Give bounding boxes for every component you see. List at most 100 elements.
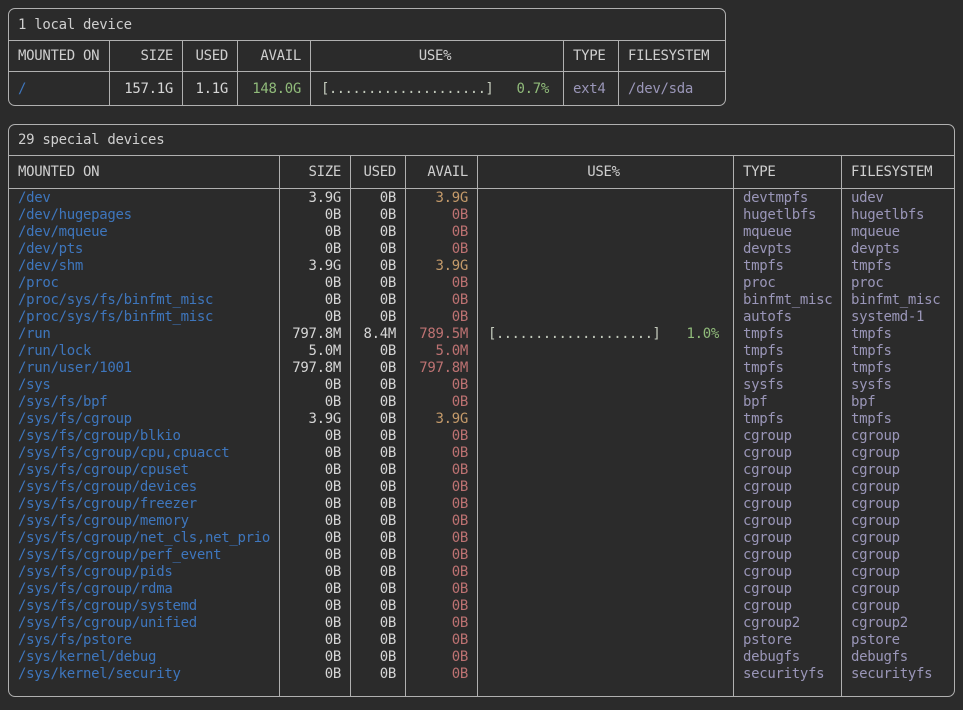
mount-point: /sys/fs/cgroup/pids bbox=[9, 563, 279, 580]
size-value: 0B bbox=[279, 580, 350, 597]
fs-type: cgroup bbox=[733, 512, 841, 529]
table-row: /sys/fs/cgroup/systemd 0B 0B 0B cgroup c… bbox=[9, 597, 954, 614]
usage-cell bbox=[477, 376, 733, 393]
fs-type: cgroup bbox=[733, 495, 841, 512]
fs-type: autofs bbox=[733, 308, 841, 325]
terminal-screen: 1 local device MOUNTED ON SIZE USED AVAI… bbox=[8, 8, 955, 697]
table-row: /run/user/1001 797.8M 0B 797.8M tmpfs tm… bbox=[9, 359, 954, 376]
col-header-type: TYPE bbox=[563, 41, 618, 71]
size-value: 0B bbox=[279, 461, 350, 478]
filesystem-device: cgroup bbox=[841, 597, 954, 614]
filesystem-device: cgroup bbox=[841, 580, 954, 597]
size-value: 0B bbox=[279, 563, 350, 580]
table-row: /run 797.8M 8.4M 789.5M [...............… bbox=[9, 325, 954, 342]
filesystem-device: cgroup2 bbox=[841, 614, 954, 631]
special-devices-body: /dev 3.9G 0B 3.9G devtmpfs udev /dev/hug… bbox=[9, 189, 954, 696]
usage-cell bbox=[477, 495, 733, 512]
table-row: /run/lock 5.0M 0B 5.0M tmpfs tmpfs bbox=[9, 342, 954, 359]
size-value: 797.8M bbox=[279, 325, 350, 342]
avail-value: 789.5M bbox=[405, 325, 477, 342]
filesystem-device: udev bbox=[841, 189, 954, 206]
used-value: 0B bbox=[350, 189, 405, 206]
avail-value: 0B bbox=[405, 546, 477, 563]
size-value: 0B bbox=[279, 274, 350, 291]
avail-value: 0B bbox=[405, 291, 477, 308]
used-value: 0B bbox=[350, 495, 405, 512]
table-row: /dev/pts 0B 0B 0B devpts devpts bbox=[9, 240, 954, 257]
filesystem-device: tmpfs bbox=[841, 325, 954, 342]
filesystem-device: /dev/sda bbox=[618, 72, 725, 105]
usage-cell bbox=[477, 478, 733, 495]
avail-value: 0B bbox=[405, 563, 477, 580]
avail-value: 3.9G bbox=[405, 257, 477, 274]
mount-point: /sys/fs/cgroup/perf_event bbox=[9, 546, 279, 563]
usage-cell bbox=[477, 359, 733, 376]
col-header-use-percent: USE% bbox=[477, 156, 733, 188]
size-value: 0B bbox=[279, 512, 350, 529]
mount-point: /proc/sys/fs/binfmt_misc bbox=[9, 308, 279, 325]
filesystem-device: pstore bbox=[841, 631, 954, 648]
usage-cell bbox=[477, 597, 733, 614]
table-row: /sys/fs/cgroup/devices 0B 0B 0B cgroup c… bbox=[9, 478, 954, 495]
usage-cell bbox=[477, 410, 733, 427]
usage-cell bbox=[477, 546, 733, 563]
table-row: /sys/fs/cgroup/cpu,cpuacct 0B 0B 0B cgro… bbox=[9, 444, 954, 461]
mount-point: /dev/shm bbox=[9, 257, 279, 274]
table-row: /sys/fs/cgroup/memory 0B 0B 0B cgroup cg… bbox=[9, 512, 954, 529]
filesystem-device: cgroup bbox=[841, 563, 954, 580]
usage-cell bbox=[477, 580, 733, 597]
fs-type: pstore bbox=[733, 631, 841, 648]
usage-cell bbox=[477, 189, 733, 206]
used-value: 0B bbox=[350, 648, 405, 665]
fs-type: tmpfs bbox=[733, 257, 841, 274]
table-row: /sys/fs/cgroup/net_cls,net_prio 0B 0B 0B… bbox=[9, 529, 954, 546]
avail-value: 0B bbox=[405, 376, 477, 393]
size-value: 0B bbox=[279, 393, 350, 410]
filesystem-device: cgroup bbox=[841, 512, 954, 529]
mount-point: /dev/hugepages bbox=[9, 206, 279, 223]
table-row: /proc 0B 0B 0B proc proc bbox=[9, 274, 954, 291]
filesystem-device: cgroup bbox=[841, 495, 954, 512]
used-value: 0B bbox=[350, 563, 405, 580]
avail-value: 0B bbox=[405, 495, 477, 512]
used-value: 0B bbox=[350, 274, 405, 291]
avail-value: 0B bbox=[405, 393, 477, 410]
used-value: 0B bbox=[350, 478, 405, 495]
used-value: 0B bbox=[350, 597, 405, 614]
table-row: /sys/kernel/debug 0B 0B 0B debugfs debug… bbox=[9, 648, 954, 665]
size-value: 0B bbox=[279, 478, 350, 495]
size-value: 0B bbox=[279, 614, 350, 631]
size-value: 3.9G bbox=[279, 257, 350, 274]
filesystem-device: hugetlbfs bbox=[841, 206, 954, 223]
avail-value: 0B bbox=[405, 529, 477, 546]
table-row: /sys/fs/cgroup/freezer 0B 0B 0B cgroup c… bbox=[9, 495, 954, 512]
local-devices-header-row: MOUNTED ON SIZE USED AVAIL USE% TYPE FIL… bbox=[9, 41, 725, 72]
special-devices-header-row: MOUNTED ON SIZE USED AVAIL USE% TYPE FIL… bbox=[9, 156, 954, 189]
fs-type: binfmt_misc bbox=[733, 291, 841, 308]
fs-type: bpf bbox=[733, 393, 841, 410]
usage-cell bbox=[477, 274, 733, 291]
special-devices-title: 29 special devices bbox=[9, 125, 954, 156]
table-row: /dev/shm 3.9G 0B 3.9G tmpfs tmpfs bbox=[9, 257, 954, 274]
avail-value: 0B bbox=[405, 427, 477, 444]
size-value: 0B bbox=[279, 308, 350, 325]
used-value: 0B bbox=[350, 240, 405, 257]
col-header-size: SIZE bbox=[279, 156, 350, 188]
fs-type: cgroup bbox=[733, 580, 841, 597]
size-value: 0B bbox=[279, 240, 350, 257]
avail-value: 0B bbox=[405, 444, 477, 461]
table-row: /proc/sys/fs/binfmt_misc 0B 0B 0B autofs… bbox=[9, 308, 954, 325]
table-row: /sys/fs/pstore 0B 0B 0B pstore pstore bbox=[9, 631, 954, 648]
usage-cell bbox=[477, 648, 733, 665]
mount-point: /sys/kernel/security bbox=[9, 665, 279, 682]
avail-value: 0B bbox=[405, 223, 477, 240]
avail-value: 0B bbox=[405, 274, 477, 291]
avail-value: 0B bbox=[405, 240, 477, 257]
used-value: 0B bbox=[350, 206, 405, 223]
table-row: /sys/fs/cgroup/unified 0B 0B 0B cgroup2 … bbox=[9, 614, 954, 631]
table-row: /sys/fs/bpf 0B 0B 0B bpf bpf bbox=[9, 393, 954, 410]
filesystem-device: securityfs bbox=[841, 665, 954, 682]
size-value: 3.9G bbox=[279, 410, 350, 427]
used-value: 0B bbox=[350, 308, 405, 325]
table-row: /dev 3.9G 0B 3.9G devtmpfs udev bbox=[9, 189, 954, 206]
